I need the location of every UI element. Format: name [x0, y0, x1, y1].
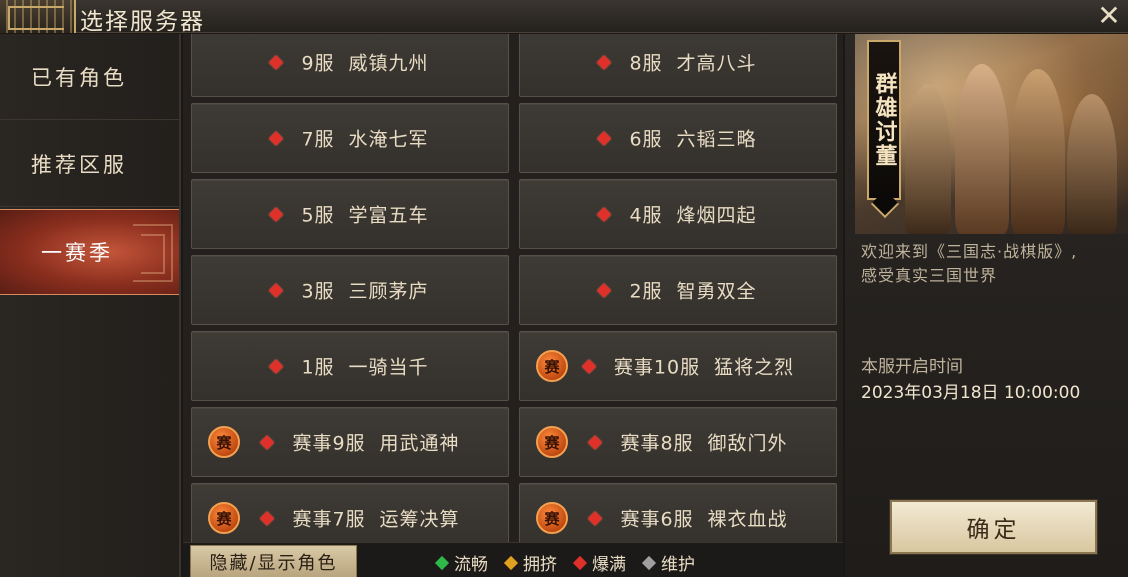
legend-busy: 拥挤	[503, 550, 557, 575]
server-name: 威镇九州	[348, 52, 429, 75]
welcome-line: 感受真实三国世界	[861, 266, 998, 285]
server-name: 学富五车	[348, 204, 429, 227]
server-name: 一骑当千	[348, 356, 429, 379]
close-button[interactable]: ✕	[1096, 2, 1122, 30]
open-time-value: 2023年03月18日 10:00:00	[861, 383, 1081, 403]
server-label: 赛事8服	[620, 432, 694, 455]
server-info-panel: 群雄讨董 欢迎来到《三国志·战棋版》, 感受真实三国世界 本服开启时间 2023…	[845, 34, 1128, 577]
season-banner-image: 群雄讨董	[855, 34, 1128, 234]
server-label: 1服	[301, 356, 335, 379]
server-label: 6服	[629, 128, 663, 151]
server-label: 5服	[301, 204, 335, 227]
legend-full: 爆满	[572, 550, 626, 575]
open-time-label: 本服开启时间	[861, 357, 963, 377]
title-bar: 选择服务器 ✕	[0, 0, 1128, 35]
confirm-button[interactable]: 确定	[890, 500, 1097, 554]
status-full-icon	[572, 555, 588, 570]
server-label: 4服	[629, 204, 663, 227]
server-button[interactable]: 5服 学富五车	[191, 179, 509, 249]
status-busy-icon	[503, 555, 519, 570]
warrior-figure-icon	[955, 64, 1009, 234]
server-label: 7服	[301, 128, 335, 151]
server-button[interactable]: 4服 烽烟四起	[519, 179, 837, 249]
sidebar-item-existing-roles[interactable]: 已有角色	[0, 34, 179, 120]
warrior-figure-icon	[905, 84, 951, 234]
server-name: 才高八斗	[676, 52, 757, 75]
legend-label: 拥挤	[523, 555, 557, 575]
server-button[interactable]: 赛 赛事9服 用武通神	[191, 407, 509, 477]
status-full-icon	[269, 206, 284, 222]
status-full-icon	[260, 510, 275, 526]
bottom-bar: 隐藏/显示角色 流畅 拥挤 爆满 维护	[183, 542, 843, 577]
server-name: 智勇双全	[676, 280, 757, 303]
server-label: 赛事10服	[613, 356, 701, 379]
server-name: 六韬三略	[676, 128, 757, 151]
season-title-tag: 群雄讨董	[867, 40, 901, 200]
server-label: 2服	[629, 280, 663, 303]
server-label: 8服	[629, 52, 663, 75]
server-name: 猛将之烈	[714, 356, 795, 379]
server-name: 运筹决算	[379, 508, 460, 531]
legend-smooth: 流畅	[434, 550, 488, 575]
sidebar-item-recommended[interactable]: 推荐区服	[0, 121, 179, 207]
status-full-icon	[597, 54, 612, 70]
sidebar: 已有角色 推荐区服 一赛季	[0, 34, 181, 577]
status-full-icon	[269, 282, 284, 298]
title-ornament-icon	[0, 0, 76, 33]
server-button[interactable]: 9服 威镇九州	[191, 34, 509, 97]
server-button[interactable]: 1服 一骑当千	[191, 331, 509, 401]
welcome-line: 欢迎来到《三国志·战棋版》,	[861, 242, 1078, 261]
server-name: 用武通神	[379, 432, 460, 455]
server-name: 裸衣血战	[707, 508, 788, 531]
server-label: 3服	[301, 280, 335, 303]
server-name: 三顾茅庐	[348, 280, 429, 303]
server-label: 赛事7服	[292, 508, 366, 531]
season-title: 群雄讨董	[871, 72, 897, 168]
legend-maintenance: 维护	[641, 550, 695, 575]
sidebar-item-label: 已有角色	[31, 65, 127, 90]
server-button[interactable]: 6服 六韬三略	[519, 103, 837, 173]
status-full-icon	[588, 510, 603, 526]
server-label: 赛事9服	[292, 432, 366, 455]
sidebar-item-label: 推荐区服	[31, 152, 127, 177]
server-grid[interactable]: 9服 威镇九州 8服 才高八斗 7服 水淹七军 6服 六韬三略 5服 学富五车	[183, 34, 843, 542]
status-smooth-icon	[434, 555, 450, 570]
warrior-figure-icon	[1067, 94, 1117, 234]
server-button[interactable]: 7服 水淹七军	[191, 103, 509, 173]
status-full-icon	[269, 130, 284, 146]
fret-ornament-icon	[133, 224, 173, 282]
close-icon: ✕	[1097, 0, 1121, 32]
server-button[interactable]: 赛 赛事10服 猛将之烈	[519, 331, 837, 401]
server-label: 9服	[301, 52, 335, 75]
server-button[interactable]: 8服 才高八斗	[519, 34, 837, 97]
status-maintenance-icon	[641, 555, 657, 570]
status-full-icon	[588, 434, 603, 450]
status-full-icon	[269, 358, 284, 374]
sidebar-item-season-one[interactable]: 一赛季	[0, 209, 179, 295]
server-name: 御敌门外	[707, 432, 788, 455]
sidebar-item-label: 一赛季	[41, 241, 113, 265]
legend-label: 维护	[661, 555, 695, 575]
status-full-icon	[260, 434, 275, 450]
window-title: 选择服务器	[80, 9, 205, 35]
status-full-icon	[597, 130, 612, 146]
server-button[interactable]: 3服 三顾茅庐	[191, 255, 509, 325]
server-name: 烽烟四起	[676, 204, 757, 227]
toggle-roles-button[interactable]: 隐藏/显示角色	[190, 545, 357, 577]
server-label: 赛事6服	[620, 508, 694, 531]
legend-label: 爆满	[592, 555, 626, 575]
server-button[interactable]: 赛 赛事7服 运筹决算	[191, 483, 509, 542]
server-button[interactable]: 2服 智勇双全	[519, 255, 837, 325]
server-button[interactable]: 赛 赛事6服 裸衣血战	[519, 483, 837, 542]
status-full-icon	[269, 54, 284, 70]
welcome-text: 欢迎来到《三国志·战棋版》, 感受真实三国世界	[861, 240, 1128, 288]
server-name: 水淹七军	[348, 128, 429, 151]
status-legend: 流畅 拥挤 爆满 维护	[434, 550, 695, 575]
legend-label: 流畅	[454, 555, 488, 575]
status-full-icon	[581, 358, 596, 374]
server-button[interactable]: 赛 赛事8服 御敌门外	[519, 407, 837, 477]
status-full-icon	[597, 206, 612, 222]
warrior-figure-icon	[1011, 69, 1065, 234]
status-full-icon	[597, 282, 612, 298]
